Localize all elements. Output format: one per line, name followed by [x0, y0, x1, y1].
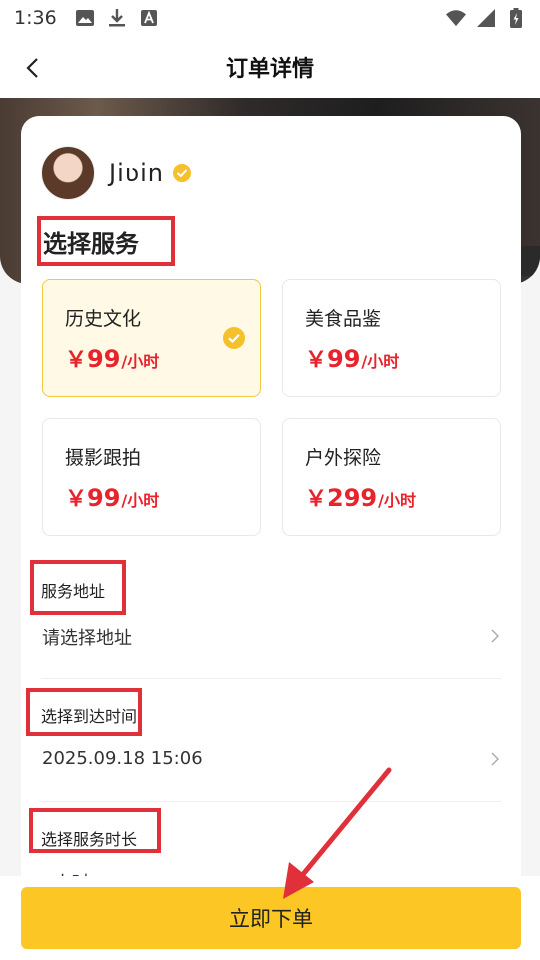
status-bar: 1:36 — [0, 0, 540, 36]
download-icon — [107, 8, 127, 28]
wifi-icon — [446, 8, 466, 28]
arrival-time-value: 2025.09.18 15:06 — [42, 748, 203, 769]
service-price: ￥ 99/小时 — [65, 345, 160, 373]
highlight-box-service — [37, 216, 175, 266]
order-now-button[interactable]: 立即下单 — [21, 887, 521, 949]
chevron-right-icon — [491, 629, 499, 643]
service-price: ￥ 299/小时 — [305, 484, 416, 512]
chevron-right-icon — [491, 752, 499, 766]
check-icon — [223, 327, 245, 349]
status-time: 1:36 — [14, 7, 57, 29]
highlight-box-time — [26, 688, 142, 736]
divider — [41, 678, 501, 679]
divider — [41, 801, 501, 802]
user-name: Jiʋin — [109, 159, 164, 187]
service-card-photo[interactable]: 摄影跟拍 ￥ 99/小时 — [42, 418, 261, 536]
service-price: ￥ 99/小时 — [65, 484, 160, 512]
service-name: 美食品鉴 — [305, 308, 382, 330]
font-icon — [139, 8, 159, 28]
arrival-time-selector[interactable]: 2025.09.18 15:06 — [21, 733, 521, 789]
signal-icon — [476, 8, 496, 28]
chevron-left-icon — [26, 58, 38, 78]
nav-bar: 订单详情 — [0, 36, 540, 98]
highlight-box-address — [30, 560, 126, 615]
address-placeholder: 请选择地址 — [42, 628, 132, 649]
service-name: 历史文化 — [65, 308, 142, 330]
address-selector[interactable]: 请选择地址 — [21, 610, 521, 666]
bottom-bar: 立即下单 — [0, 876, 540, 960]
back-button[interactable] — [14, 50, 50, 86]
gallery-icon — [75, 8, 95, 28]
profile: Jiʋin — [41, 146, 192, 200]
service-name: 摄影跟拍 — [65, 447, 142, 469]
service-card-history[interactable]: 历史文化 ￥ 99/小时 — [42, 279, 261, 397]
service-price: ￥ 99/小时 — [305, 345, 400, 373]
verified-icon — [172, 164, 191, 182]
highlight-box-duration — [29, 808, 161, 853]
service-card-food[interactable]: 美食品鉴 ￥ 99/小时 — [282, 279, 501, 397]
page-title: 订单详情 — [225, 57, 314, 82]
battery-icon — [506, 8, 526, 28]
service-name: 户外探险 — [305, 447, 382, 469]
service-card-outdoor[interactable]: 户外探险 ￥ 299/小时 — [282, 418, 501, 536]
avatar[interactable] — [41, 146, 95, 200]
